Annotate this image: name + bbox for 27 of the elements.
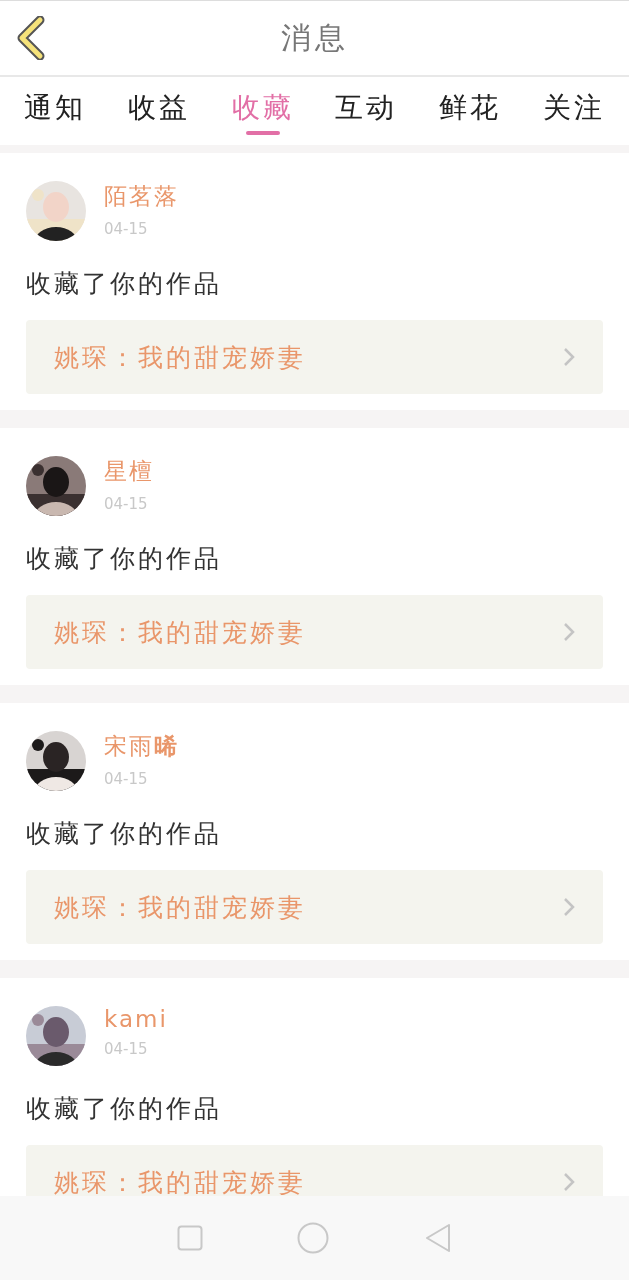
message-text: 收藏了你的作品 (26, 543, 223, 575)
work-link[interactable]: 姚琛：我的甜宠娇妻 (26, 320, 603, 394)
user-name[interactable]: kami (104, 1006, 168, 1032)
user-name[interactable]: 陌茗落 (104, 181, 179, 212)
work-link[interactable]: 姚琛：我的甜宠娇妻 (26, 1145, 603, 1196)
triangle-icon[interactable] (423, 1223, 452, 1253)
work-link[interactable]: 姚琛：我的甜宠娇妻 (26, 595, 603, 669)
tab[interactable]: 关注 (543, 77, 605, 145)
user-name[interactable]: 星檀 (104, 456, 154, 487)
tab[interactable]: 通知 (24, 77, 86, 145)
tab[interactable]: 互动 (335, 77, 398, 145)
chevron-icon (563, 897, 575, 917)
tab[interactable]: 收藏 (231, 77, 294, 145)
user-name[interactable]: 宋雨晞 (104, 731, 179, 762)
tab[interactable]: 鲜花 (439, 77, 502, 145)
tab[interactable]: 收益 (127, 77, 190, 145)
back-icon[interactable] (16, 16, 46, 60)
chevron-icon (563, 1172, 575, 1192)
square-icon[interactable] (177, 1225, 204, 1251)
page-title: 消息 (280, 18, 349, 57)
message-text: 收藏了你的作品 (26, 1093, 223, 1125)
chevron-icon (563, 347, 575, 367)
chevron-icon (563, 622, 575, 642)
message-text: 收藏了你的作品 (26, 818, 223, 850)
circle-icon[interactable] (297, 1222, 330, 1254)
message-text: 收藏了你的作品 (26, 268, 223, 300)
work-link[interactable]: 姚琛：我的甜宠娇妻 (26, 870, 603, 944)
